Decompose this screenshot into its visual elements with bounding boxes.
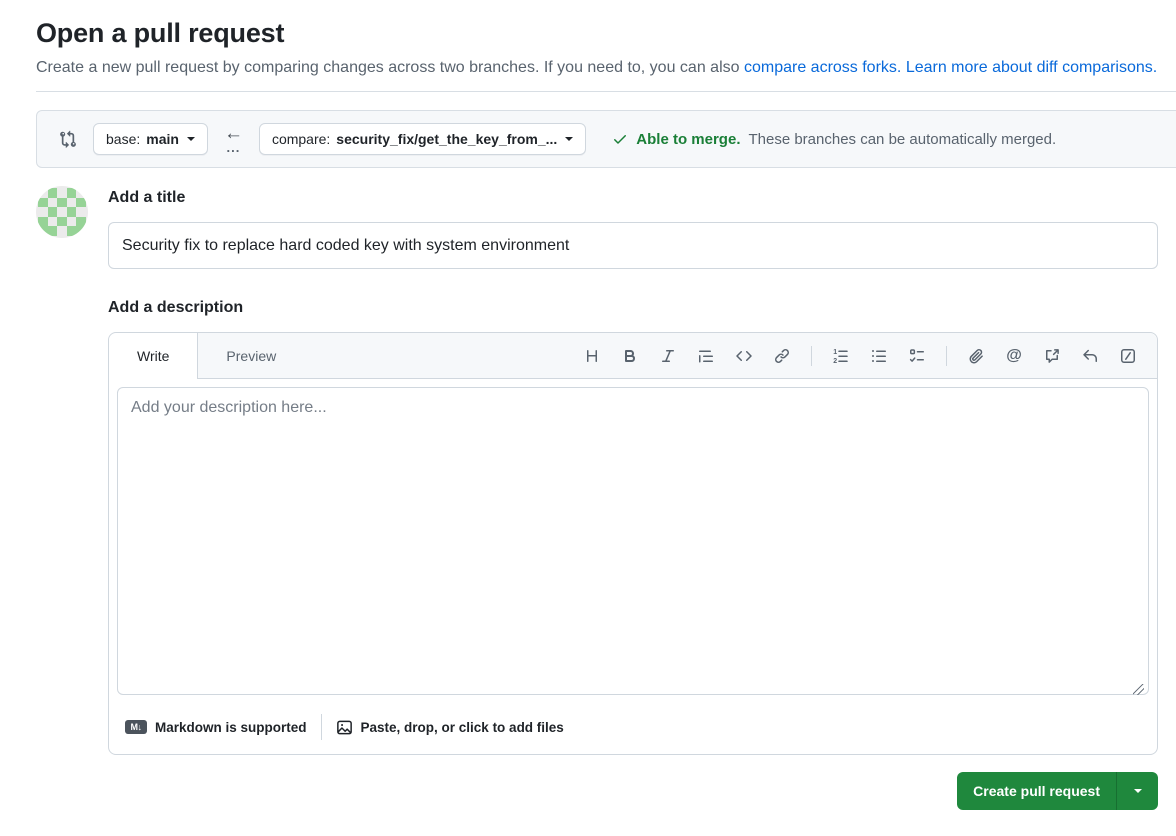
paste-note-label: Paste, drop, or click to add files (361, 720, 564, 735)
avatar (36, 186, 88, 238)
attach-files-button[interactable]: Paste, drop, or click to add files (336, 719, 564, 736)
tasklist-icon (909, 348, 925, 364)
divider (36, 91, 1176, 92)
diff-comparisons-link[interactable]: Learn more about diff comparisons. (906, 59, 1157, 76)
code-icon (736, 348, 752, 364)
description-editor: Write Preview 12 (108, 332, 1158, 755)
chevron-down-icon (1134, 789, 1142, 797)
chevron-down-icon (187, 137, 195, 145)
resize-grip[interactable] (1133, 684, 1144, 695)
git-compare-icon (59, 130, 77, 148)
bold-button[interactable] (611, 340, 649, 372)
markdown-icon: M↓ (125, 720, 147, 734)
create-pull-request-button[interactable]: Create pull request (957, 772, 1116, 810)
pull-request-form: Add a title Add a description Write Prev… (108, 186, 1158, 810)
quote-button[interactable] (687, 340, 725, 372)
description-textarea[interactable] (117, 387, 1149, 695)
saved-replies-button[interactable] (1071, 340, 1109, 372)
form-actions: Create pull request (108, 772, 1158, 810)
cross-reference-icon (1044, 348, 1060, 364)
compare-label: compare: (272, 131, 330, 147)
attach-file-button[interactable] (957, 340, 995, 372)
range-dots: ... (227, 141, 241, 154)
italic-icon (660, 348, 676, 364)
cross-reference-button[interactable] (1033, 340, 1071, 372)
merge-status: Able to merge. These branches can be aut… (612, 131, 1056, 148)
bold-icon (622, 348, 638, 364)
check-icon (612, 131, 628, 147)
branch-compare-bar: base: main ← ... compare: security_fix/g… (36, 110, 1176, 168)
page-subtitle: Create a new pull request by comparing c… (36, 59, 1176, 77)
heading-button[interactable] (573, 340, 611, 372)
tab-preview[interactable]: Preview (198, 333, 304, 378)
reply-icon (1082, 348, 1098, 364)
code-button[interactable] (725, 340, 763, 372)
markdown-supported-link[interactable]: M↓ Markdown is supported (125, 720, 307, 735)
chevron-down-icon (565, 137, 573, 145)
unordered-list-icon (871, 348, 887, 364)
link-icon (774, 348, 790, 364)
editor-tabs: Write Preview (109, 333, 304, 378)
identicon-grid (38, 188, 86, 236)
slash-commands-button[interactable] (1109, 340, 1147, 372)
tab-write[interactable]: Write (109, 333, 198, 379)
svg-text:2: 2 (833, 358, 837, 364)
svg-text:1: 1 (833, 349, 837, 356)
ordered-list-button[interactable]: 12 (822, 340, 860, 372)
slash-command-icon (1120, 348, 1136, 364)
compare-direction: ← ... (224, 124, 243, 154)
mention-button[interactable]: @ (995, 340, 1033, 372)
heading-icon (584, 348, 600, 364)
base-label: base: (106, 131, 140, 147)
create-pull-request-split-button: Create pull request (957, 772, 1158, 810)
open-pull-request-page: Open a pull request Create a new pull re… (0, 18, 1176, 810)
merge-status-headline: Able to merge. (636, 131, 740, 148)
title-input[interactable] (108, 222, 1158, 269)
page-title: Open a pull request (36, 18, 1176, 49)
ordered-list-icon: 12 (833, 348, 849, 364)
toolbar-divider (811, 346, 812, 366)
tasklist-button[interactable] (898, 340, 936, 372)
toolbar-divider (946, 346, 947, 366)
italic-button[interactable] (649, 340, 687, 372)
link-button[interactable] (763, 340, 801, 372)
create-pull-request-options-button[interactable] (1116, 772, 1158, 810)
formatting-toolbar: 12 @ (573, 333, 1157, 378)
compare-branch-name: security_fix/get_the_key_from_... (336, 131, 557, 147)
subtitle-text: Create a new pull request by comparing c… (36, 59, 744, 76)
compare-across-forks-link[interactable]: compare across forks. (744, 59, 901, 76)
base-branch-selector[interactable]: base: main (93, 123, 208, 155)
editor-header: Write Preview 12 (109, 333, 1157, 379)
editor-body (109, 379, 1157, 708)
compare-branch-selector[interactable]: compare: security_fix/get_the_key_from_.… (259, 123, 586, 155)
footer-divider (321, 714, 322, 740)
quote-icon (698, 348, 714, 364)
mention-icon: @ (1006, 348, 1022, 364)
markdown-note-label: Markdown is supported (155, 720, 307, 735)
description-label: Add a description (108, 296, 1158, 317)
base-branch-name: main (146, 131, 179, 147)
merge-status-detail: These branches can be automatically merg… (748, 131, 1056, 148)
editor-footer: M↓ Markdown is supported Paste, drop, or… (109, 708, 1157, 754)
paperclip-icon (968, 348, 984, 364)
title-label: Add a title (108, 186, 1158, 207)
image-icon (336, 719, 353, 736)
unordered-list-button[interactable] (860, 340, 898, 372)
